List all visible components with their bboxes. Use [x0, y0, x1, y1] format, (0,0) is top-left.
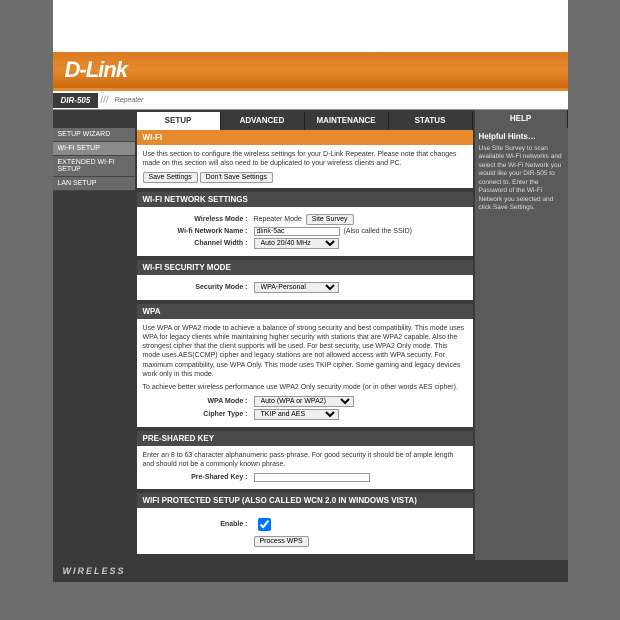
psk-label: Pre-Shared Key : [143, 474, 254, 481]
cipher-select[interactable]: TKIP and AES [254, 409, 339, 420]
wps-enable-label: Enable : [143, 521, 254, 528]
help-panel: HELP Helpful Hints… Use Site Survey to s… [475, 110, 568, 560]
logo: D-Link [65, 57, 127, 83]
model-row: DIR-505 /// Repeater [53, 91, 568, 110]
tab-status[interactable]: STATUS [389, 112, 473, 130]
wps-enable-checkbox[interactable] [258, 518, 271, 531]
wifi-name-input[interactable] [254, 227, 340, 236]
wpa-mode-label: WPA Mode : [143, 398, 254, 405]
ssid-note: (Also called the SSID) [340, 228, 412, 235]
top-tabs: SETUP ADVANCED MAINTENANCE STATUS [137, 112, 473, 130]
tab-setup[interactable]: SETUP [137, 112, 221, 130]
tab-help[interactable]: HELP [475, 110, 568, 128]
side-extended-wifi[interactable]: EXTENDED WI-FI SETUP [53, 156, 135, 177]
wpa-header: WPA [137, 304, 473, 319]
process-wps-button[interactable]: Process WPS [254, 536, 309, 547]
header: D-Link [53, 52, 568, 88]
security-header: WI-FI SECURITY MODE [137, 260, 473, 275]
wpa-mode-select[interactable]: Auto (WPA or WPA2) [254, 396, 354, 407]
wifi-name-label: Wi-fi Network Name : [143, 228, 254, 235]
security-mode-select[interactable]: WPA-Personal [254, 282, 339, 293]
psk-desc: Enter an 8 to 63 character alphanumeric … [143, 451, 467, 469]
wpa-desc2: To achieve better wireless performance u… [143, 383, 467, 392]
wireless-mode-label: Wireless Mode : [143, 216, 254, 223]
sidebar: SETUP WIZARD WI-FI SETUP EXTENDED WI-FI … [53, 110, 135, 560]
wifi-desc: Use this section to configure the wirele… [143, 150, 467, 168]
side-setup-wizard[interactable]: SETUP WIZARD [53, 128, 135, 142]
tab-maintenance[interactable]: MAINTENANCE [305, 112, 389, 130]
psk-input[interactable] [254, 473, 370, 482]
wifi-header: WI-FI [137, 130, 473, 145]
hints-text: Use Site Survey to scan available Wi-Fi … [479, 145, 564, 213]
wps-header: WIFI PROTECTED SETUP (ALSO CALLED WCN 2.… [137, 493, 473, 508]
wpa-desc1: Use WPA or WPA2 mode to achieve a balanc… [143, 324, 467, 379]
channel-width-select[interactable]: Auto 20/40 MHz [254, 238, 339, 249]
psk-header: PRE-SHARED KEY [137, 431, 473, 446]
model-mode: Repeater [111, 97, 144, 104]
site-survey-button[interactable]: Site Survey [306, 214, 354, 225]
slash-deco: /// [98, 95, 110, 106]
main-content: SETUP ADVANCED MAINTENANCE STATUS WI-FI … [135, 110, 475, 560]
footer: WIRELESS [53, 560, 568, 582]
model-label: DIR-505 [53, 93, 99, 108]
side-wifi-setup[interactable]: WI-FI SETUP [53, 142, 135, 156]
wireless-mode-value: Repeater Mode [254, 216, 302, 223]
tab-advanced[interactable]: ADVANCED [221, 112, 305, 130]
cipher-label: Cipher Type : [143, 411, 254, 418]
security-mode-label: Security Mode : [143, 284, 254, 291]
network-header: WI-FI NETWORK SETTINGS [137, 192, 473, 207]
channel-width-label: Channel Width : [143, 240, 254, 247]
top-spacer [53, 0, 568, 52]
side-lan-setup[interactable]: LAN SETUP [53, 177, 135, 191]
dont-save-button[interactable]: Don't Save Settings [200, 172, 273, 183]
hints-title: Helpful Hints… [479, 132, 564, 141]
save-settings-button[interactable]: Save Settings [143, 172, 198, 183]
